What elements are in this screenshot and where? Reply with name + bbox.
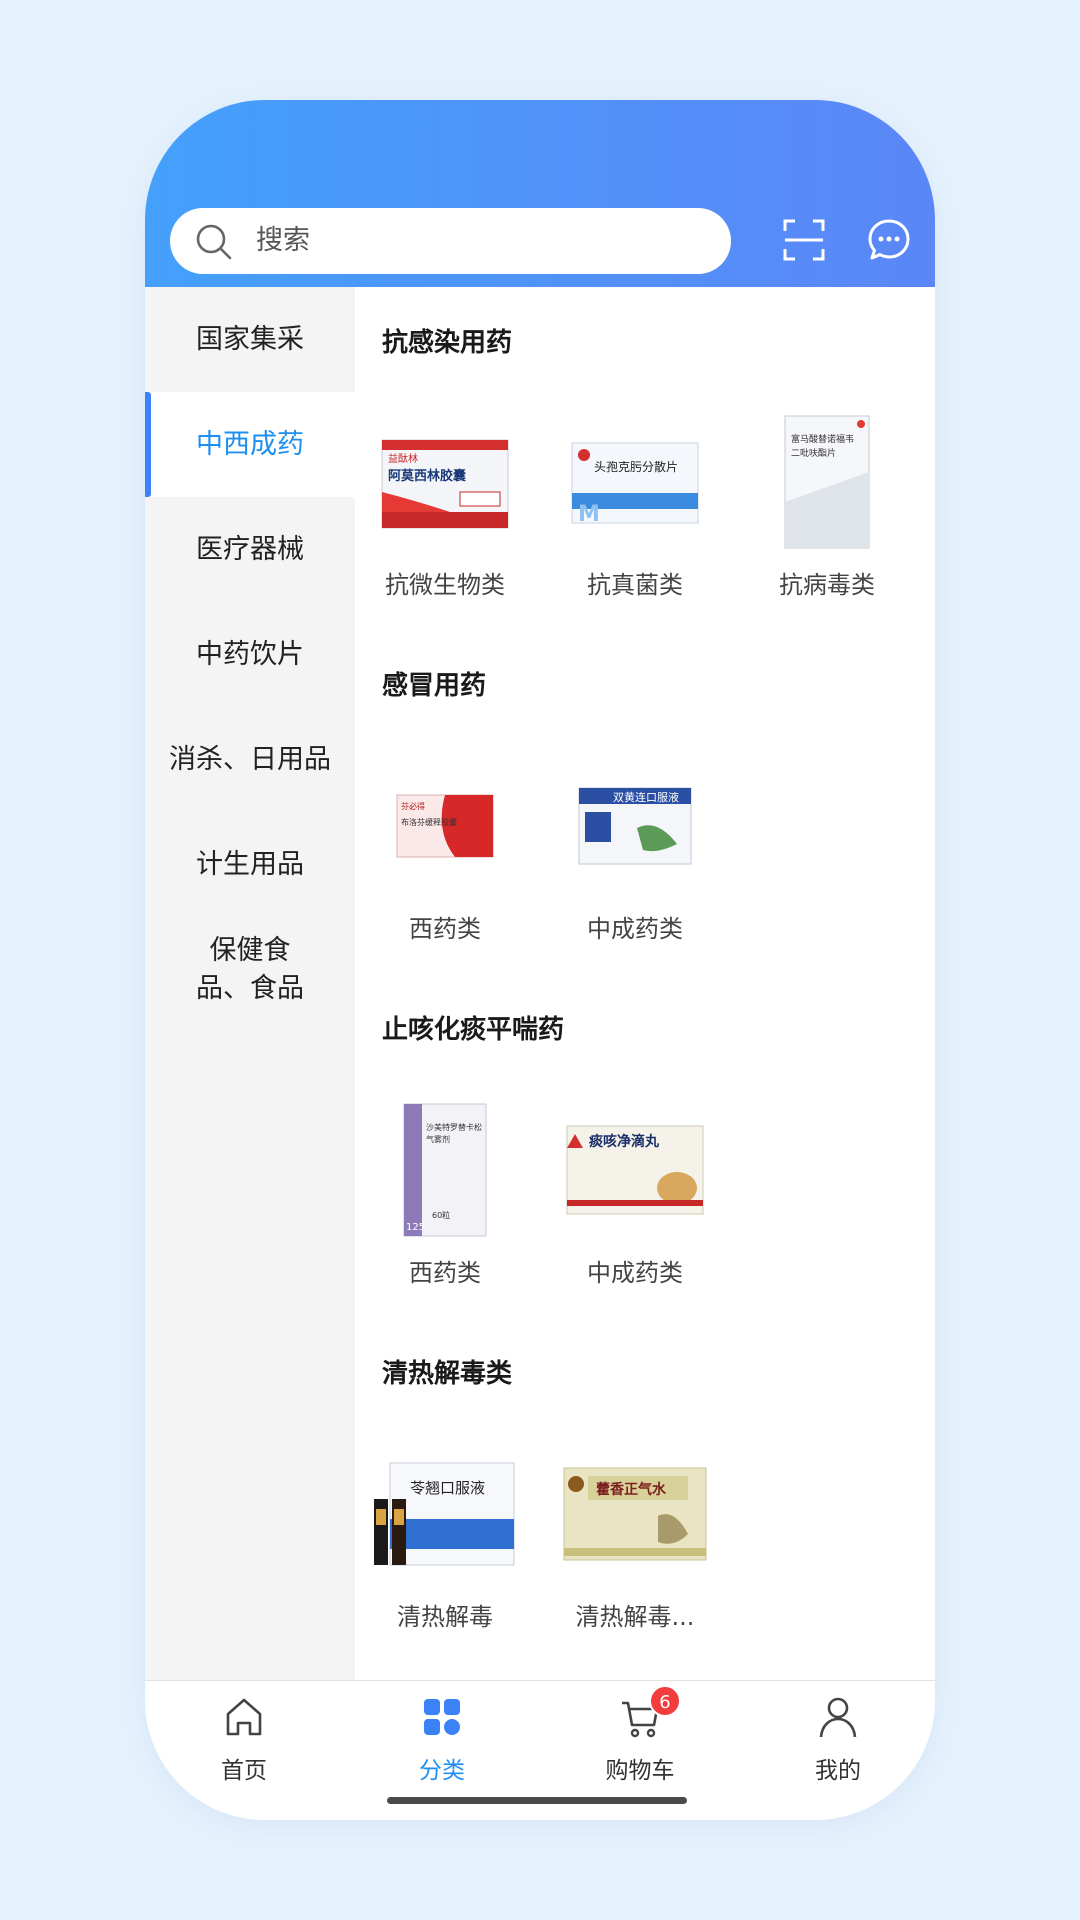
product-tile[interactable]: 藿香正气水 清热解毒... bbox=[545, 1439, 725, 1639]
product-label: 中成药类 bbox=[587, 1259, 683, 1287]
tab-label: 首页 bbox=[221, 1758, 267, 1784]
product-label: 中成药类 bbox=[587, 915, 683, 943]
svg-text:M: M bbox=[578, 502, 600, 527]
sidebar-item-label: 医疗器械 bbox=[196, 533, 304, 565]
profile-icon bbox=[819, 1697, 857, 1738]
svg-text:头孢克肟分散片: 头孢克肟分散片 bbox=[594, 459, 678, 474]
sidebar-item-label: 国家集采 bbox=[196, 323, 304, 355]
product-tile[interactable]: 富马酸替诺福韦 二吡呋酯片 抗病毒类 bbox=[737, 407, 917, 607]
category-sidebar: 国家集采 中西成药 医疗器械 中药饮片 消杀、日用品 计生用品 保健食品、食品 bbox=[145, 287, 355, 1680]
header-bar: 搜索 bbox=[145, 100, 935, 287]
sidebar-item-herbal-slices[interactable]: 中药饮片 bbox=[145, 602, 355, 707]
svg-text:阿莫西林胶囊: 阿莫西林胶囊 bbox=[388, 468, 467, 484]
tab-label: 我的 bbox=[815, 1758, 861, 1784]
product-tile[interactable]: 头孢克肟分散片 M 抗真菌类 bbox=[545, 407, 725, 607]
product-image: 芬必得 布洛芬缓释胶囊 bbox=[355, 751, 535, 901]
home-icon bbox=[226, 1698, 262, 1736]
sidebar-item-label: 消杀、日用品 bbox=[169, 743, 331, 775]
tab-label: 分类 bbox=[419, 1758, 465, 1784]
product-label: 抗真菌类 bbox=[587, 571, 683, 599]
phone-frame: 搜索 国家集采 中西成药 医疗器械 中药饮片 消杀、日用品 计生用品 保健食品、… bbox=[145, 100, 935, 1820]
product-image: 双黄连口服液 bbox=[545, 751, 725, 901]
product-image: 痰咳净滴丸 bbox=[545, 1095, 725, 1245]
svg-text:双黄连口服液: 双黄连口服液 bbox=[613, 790, 679, 804]
sidebar-item-national-procurement[interactable]: 国家集采 bbox=[145, 287, 355, 392]
svg-text:苓翘口服液: 苓翘口服液 bbox=[410, 1479, 485, 1497]
section-title: 清热解毒类 bbox=[382, 1359, 513, 1389]
tab-profile[interactable]: 我的 bbox=[739, 1695, 935, 1785]
sidebar-item-family-planning[interactable]: 计生用品 bbox=[145, 812, 355, 917]
svg-text:布洛芬缓释胶囊: 布洛芬缓释胶囊 bbox=[401, 817, 457, 827]
svg-text:益酞林: 益酞林 bbox=[388, 452, 418, 465]
product-image: 苓翘口服液 bbox=[355, 1439, 535, 1589]
search-input[interactable]: 搜索 bbox=[170, 208, 731, 274]
sidebar-item-label: 保健食品、食品 bbox=[196, 934, 304, 1004]
product-image: 藿香正气水 bbox=[545, 1439, 725, 1589]
cart-count-badge: 6 bbox=[649, 1685, 681, 1717]
product-image: 益酞林 阿莫西林胶囊 bbox=[355, 407, 535, 557]
section-title: 感冒用药 bbox=[382, 671, 487, 701]
product-label: 清热解毒 bbox=[397, 1603, 493, 1631]
section-title: 抗感染用药 bbox=[382, 328, 513, 358]
svg-text:藿香正气水: 藿香正气水 bbox=[596, 1481, 667, 1498]
category-content: 抗感染用药 益酞林 阿莫西林胶囊 抗微生物类 头孢克肟分散片 M 抗真菌类 富马… bbox=[355, 287, 935, 1680]
search-placeholder: 搜索 bbox=[256, 225, 310, 256]
sidebar-item-label: 中西成药 bbox=[196, 428, 304, 460]
search-icon bbox=[196, 224, 232, 260]
tab-category[interactable]: 分类 bbox=[343, 1695, 541, 1785]
tab-label: 购物车 bbox=[605, 1758, 675, 1784]
product-tile[interactable]: 双黄连口服液 中成药类 bbox=[545, 751, 725, 951]
tab-home[interactable]: 首页 bbox=[145, 1695, 343, 1785]
svg-text:125: 125 bbox=[406, 1222, 425, 1233]
sidebar-item-label: 计生用品 bbox=[196, 848, 304, 880]
product-image: 头孢克肟分散片 M bbox=[545, 407, 725, 557]
product-tile[interactable]: 沙美特罗替卡松 气雾剂 125 60粒 西药类 bbox=[355, 1095, 535, 1295]
sidebar-item-disinfection-daily[interactable]: 消杀、日用品 bbox=[145, 707, 355, 812]
product-tile[interactable]: 痰咳净滴丸 中成药类 bbox=[545, 1095, 725, 1295]
svg-text:痰咳净滴丸: 痰咳净滴丸 bbox=[589, 1133, 660, 1150]
product-tile[interactable]: 芬必得 布洛芬缓释胶囊 西药类 bbox=[355, 751, 535, 951]
scan-icon[interactable] bbox=[782, 218, 826, 262]
sidebar-item-health-food[interactable]: 保健食品、食品 bbox=[145, 917, 355, 1022]
product-label: 西药类 bbox=[409, 1259, 481, 1287]
product-image: 沙美特罗替卡松 气雾剂 125 60粒 bbox=[355, 1095, 535, 1245]
message-icon[interactable] bbox=[867, 218, 911, 262]
section-title: 止咳化痰平喘药 bbox=[382, 1015, 565, 1045]
sidebar-item-medical-devices[interactable]: 医疗器械 bbox=[145, 497, 355, 602]
product-tile[interactable]: 益酞林 阿莫西林胶囊 抗微生物类 bbox=[355, 407, 535, 607]
svg-text:60粒: 60粒 bbox=[432, 1210, 450, 1220]
category-icon bbox=[424, 1699, 460, 1735]
product-label: 抗病毒类 bbox=[779, 571, 875, 599]
tab-cart[interactable]: 6 购物车 bbox=[541, 1685, 739, 1785]
svg-text:富马酸替诺福韦: 富马酸替诺福韦 bbox=[791, 433, 854, 445]
svg-text:芬必得: 芬必得 bbox=[401, 801, 425, 811]
product-label: 抗微生物类 bbox=[385, 571, 505, 599]
svg-text:气雾剂: 气雾剂 bbox=[426, 1134, 450, 1144]
product-label: 西药类 bbox=[409, 915, 481, 943]
product-image: 富马酸替诺福韦 二吡呋酯片 bbox=[737, 407, 917, 557]
sidebar-item-label: 中药饮片 bbox=[196, 638, 304, 670]
product-tile[interactable]: 苓翘口服液 清热解毒 bbox=[355, 1439, 535, 1639]
sidebar-item-chinese-western-medicine[interactable]: 中西成药 bbox=[145, 392, 355, 497]
home-indicator bbox=[387, 1797, 687, 1804]
svg-text:二吡呋酯片: 二吡呋酯片 bbox=[791, 447, 836, 459]
svg-text:沙美特罗替卡松: 沙美特罗替卡松 bbox=[426, 1122, 482, 1132]
product-label: 清热解毒... bbox=[575, 1603, 695, 1631]
